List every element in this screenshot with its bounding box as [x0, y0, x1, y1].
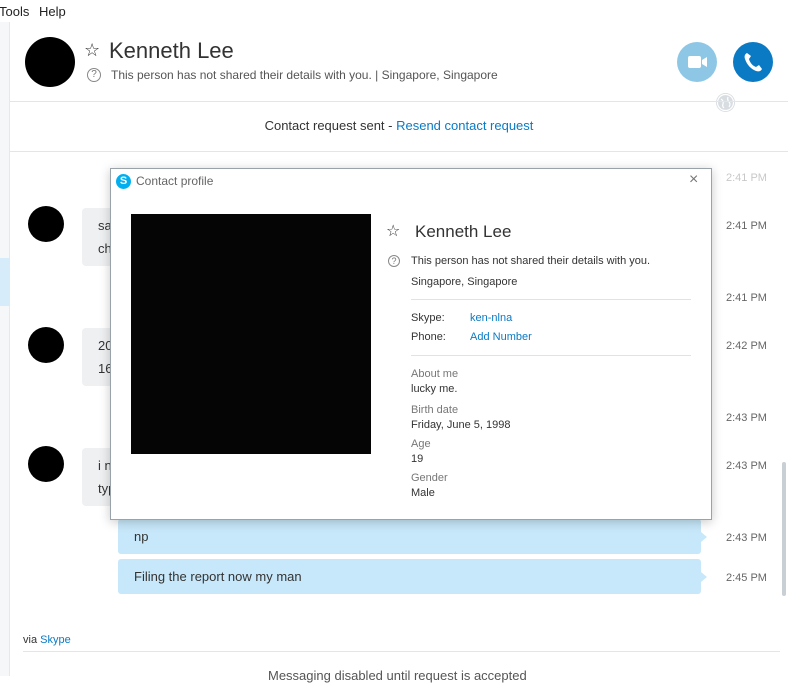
via-prefix: via — [23, 634, 41, 646]
avatar[interactable] — [28, 206, 64, 242]
menu-help[interactable]: Help — [39, 4, 66, 19]
profile-name: Kenneth Lee — [415, 222, 512, 241]
contact-status-text: This person has not shared their details… — [111, 68, 498, 82]
divider — [411, 355, 691, 356]
footer-divider — [23, 651, 780, 652]
info-icon: ? — [87, 68, 101, 82]
message-timestamp: 2:43 PM — [726, 412, 767, 424]
birth-date-label: Birth date — [411, 404, 459, 416]
close-button[interactable]: × — [689, 172, 698, 188]
avatar[interactable] — [28, 446, 64, 482]
phone-label: Phone: — [411, 331, 446, 343]
resend-request-link[interactable]: Resend contact request — [396, 118, 533, 133]
selected-contact-indicator[interactable] — [0, 258, 10, 306]
birth-date-value: Friday, June 5, 1998 — [411, 419, 511, 431]
avatar[interactable] — [28, 327, 64, 363]
audio-call-button[interactable] — [733, 42, 773, 82]
outgoing-message-bubble[interactable]: np — [118, 519, 707, 554]
message-timestamp: 2:41 PM — [726, 172, 767, 184]
skype-logo-icon: S — [116, 174, 131, 189]
about-value: lucky me. — [411, 383, 458, 395]
menu-bar: Tools Help — [0, 0, 788, 22]
star-icon[interactable]: ☆ — [84, 40, 100, 60]
phone-icon — [744, 53, 762, 72]
contact-list-edge — [0, 22, 10, 676]
add-number-link[interactable]: Add Number — [470, 331, 532, 343]
about-label: About me — [411, 368, 459, 380]
age-value: 19 — [411, 453, 424, 465]
message-timestamp: 2:43 PM — [726, 460, 767, 472]
info-icon: ? — [388, 255, 400, 267]
message-timestamp: 2:42 PM — [726, 340, 767, 352]
skype-name-link[interactable]: ken-nlna — [470, 312, 512, 324]
profile-photo — [131, 214, 371, 454]
message-text: np — [134, 529, 149, 544]
details-note: This person has not shared their details… — [411, 255, 651, 267]
divider — [411, 299, 691, 300]
menu-tools[interactable]: Tools — [0, 4, 29, 19]
video-camera-icon — [688, 56, 707, 68]
dialog-title: Contact profile — [136, 174, 214, 188]
contact-request-bar: Contact request sent - Resend contact re… — [10, 102, 788, 152]
location-text: Singapore, Singapore — [411, 276, 518, 288]
star-icon[interactable]: ☆ — [386, 221, 400, 241]
chat-scrollbar[interactable] — [782, 462, 786, 596]
message-timestamp: 2:41 PM — [726, 220, 767, 232]
message-timestamp: 2:45 PM — [726, 572, 767, 584]
message-text: Filing the report now my man — [134, 569, 302, 584]
via-skype-label: via Skype — [23, 634, 71, 646]
contact-profile-dialog: S Contact profile × ☆ Kenneth Lee ? This… — [110, 168, 712, 520]
avatar[interactable] — [25, 37, 75, 87]
gender-label: Gender — [411, 472, 448, 484]
skype-label: Skype: — [411, 312, 445, 324]
message-timestamp: 2:43 PM — [726, 532, 767, 544]
message-timestamp: 2:41 PM — [726, 292, 767, 304]
contact-request-text: Contact request sent - — [264, 118, 397, 133]
skype-link[interactable]: Skype — [40, 634, 71, 646]
age-label: Age — [411, 438, 431, 450]
video-call-button[interactable] — [677, 42, 717, 82]
contact-name[interactable]: Kenneth Lee — [109, 38, 234, 64]
gender-value: Male — [411, 487, 435, 499]
outgoing-message-bubble[interactable]: Filing the report now my man — [118, 559, 707, 594]
